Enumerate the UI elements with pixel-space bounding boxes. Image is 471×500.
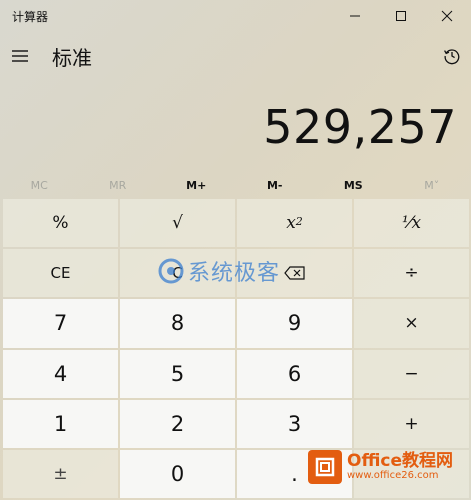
digit-9-button[interactable]: 9	[237, 299, 352, 348]
memory-clear-button[interactable]: MC	[0, 172, 79, 198]
digit-1-button[interactable]: 1	[3, 399, 118, 448]
hamburger-icon	[12, 50, 28, 62]
digit-7-button[interactable]: 7	[3, 299, 118, 348]
clear-entry-button[interactable]: CE	[3, 249, 118, 298]
watermark-logo-icon	[158, 258, 184, 284]
memory-row: MC MR M+ M- MS M˅	[0, 172, 471, 198]
close-button[interactable]	[424, 0, 470, 32]
digit-6-button[interactable]: 6	[237, 349, 352, 398]
maximize-button[interactable]	[378, 0, 424, 32]
watermark-center-text: 系统极客	[188, 261, 281, 286]
watermark-corner-title: Office教程网	[347, 451, 454, 471]
minimize-button[interactable]	[332, 0, 378, 32]
square-base: x	[286, 213, 296, 234]
digit-0-button[interactable]: 0	[120, 449, 235, 498]
square-exponent: 2	[295, 214, 303, 228]
percent-button[interactable]: %	[3, 199, 118, 248]
navigation-menu-button[interactable]	[8, 40, 32, 72]
watermark-corner: Office教程网 www.office26.com	[308, 450, 453, 484]
reciprocal-button[interactable]: ⅟x	[354, 199, 469, 248]
digit-8-button[interactable]: 8	[120, 299, 235, 348]
window-title: 计算器	[12, 10, 49, 24]
divide-button[interactable]: ÷	[354, 249, 469, 298]
digit-3-button[interactable]: 3	[237, 399, 352, 448]
subtract-button[interactable]: −	[354, 349, 469, 398]
add-button[interactable]: +	[354, 399, 469, 448]
memory-subtract-button[interactable]: M-	[236, 172, 315, 198]
memory-add-button[interactable]: M+	[157, 172, 236, 198]
digit-5-button[interactable]: 5	[120, 349, 235, 398]
memory-list-button[interactable]: M˅	[393, 172, 471, 198]
watermark-center: 系统极客	[158, 255, 280, 287]
digit-2-button[interactable]: 2	[120, 399, 235, 448]
watermark-corner-url: www.office26.com	[347, 470, 439, 481]
memory-store-button[interactable]: MS	[314, 172, 393, 198]
negate-button[interactable]: ±	[3, 449, 118, 498]
mode-title: 标准	[52, 46, 92, 70]
memory-recall-button[interactable]: MR	[79, 172, 158, 198]
digit-4-button[interactable]: 4	[3, 349, 118, 398]
backspace-icon	[283, 266, 305, 280]
maximize-icon	[396, 11, 406, 21]
history-button[interactable]	[438, 42, 466, 70]
office-logo-icon	[308, 450, 342, 484]
square-root-button[interactable]: √	[120, 199, 235, 248]
result-display: 529,257	[263, 100, 457, 154]
history-icon	[444, 49, 460, 65]
close-icon	[441, 10, 453, 22]
title-bar: 计算器	[0, 0, 471, 32]
minimize-icon	[350, 15, 360, 17]
square-button[interactable]: x2	[237, 199, 352, 248]
multiply-button[interactable]: ×	[354, 299, 469, 348]
